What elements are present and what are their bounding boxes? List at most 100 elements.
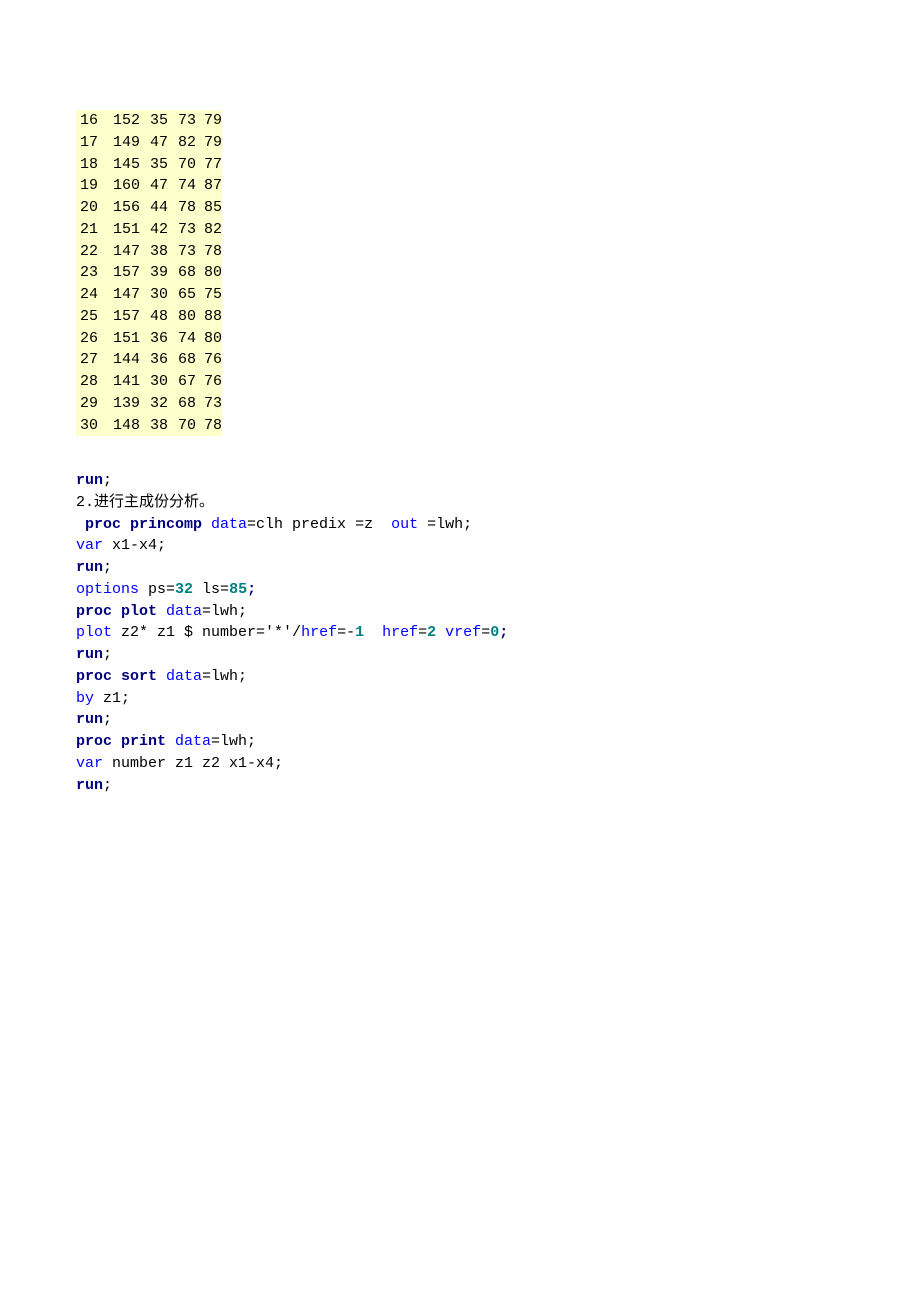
var-keyword: var: [76, 755, 103, 772]
data-cell: 68: [174, 349, 196, 371]
data-cell: 39: [146, 262, 168, 284]
data-cell: 29: [76, 393, 98, 415]
data-cell: 20: [76, 197, 98, 219]
data-cell: 157: [104, 306, 140, 328]
eq: =-: [337, 624, 355, 641]
data-option: data: [157, 668, 202, 685]
data-cell: 73: [200, 393, 222, 415]
data-cell: 82: [174, 132, 196, 154]
run-keyword: run: [76, 472, 103, 489]
data-row: 23 157 39 6880: [76, 262, 222, 284]
data-cell: 38: [146, 415, 168, 437]
data-cell: 22: [76, 241, 98, 263]
plot-keyword: plot: [76, 624, 112, 641]
data-cell: 76: [200, 349, 222, 371]
by-var: z1;: [94, 690, 130, 707]
data-row: 30148387078: [76, 415, 222, 437]
data-cell: 79: [200, 110, 222, 132]
data-cell: 76: [200, 371, 222, 393]
data-cell: 65: [174, 284, 196, 306]
code-block: run; 2.进行主成份分析。 proc princomp data=clh p…: [76, 448, 844, 796]
data-cell: 139: [104, 393, 140, 415]
var-list: number z1 z2 x1-x4;: [103, 755, 283, 772]
semicolon: ;: [103, 711, 112, 728]
semicolon: ;: [103, 646, 112, 663]
data-option: data: [157, 603, 202, 620]
data-row: 17149478279: [76, 132, 222, 154]
data-cell: 27: [76, 349, 98, 371]
star-quote: '*': [265, 624, 292, 641]
data-cell: 17: [76, 132, 98, 154]
data-table: 1615235737917149478279181453570771916047…: [76, 110, 222, 436]
data-cell: 80: [174, 306, 196, 328]
data-cell: 18: [76, 154, 98, 176]
data-cell: 70: [174, 154, 196, 176]
data-cell: 78: [200, 415, 222, 437]
data-row: 27144366876: [76, 349, 222, 371]
run-keyword: run: [76, 777, 103, 794]
data-cell: 30: [146, 371, 168, 393]
data-value: =lwh;: [202, 668, 247, 685]
data-cell: 88: [200, 306, 222, 328]
options-keyword: options: [76, 581, 139, 598]
run-keyword: run: [76, 646, 103, 663]
proc-print: proc print: [76, 733, 166, 750]
data-cell: 36: [146, 349, 168, 371]
data-cell: 30: [76, 415, 98, 437]
ls-value: 85: [229, 581, 247, 598]
semicolon: ;: [103, 777, 112, 794]
data-cell: 32: [146, 393, 168, 415]
data-cell: 78: [174, 197, 196, 219]
href-option-2: href: [364, 624, 418, 641]
data-cell: 82: [200, 219, 222, 241]
data-cell: 21: [76, 219, 98, 241]
data-cell: 16: [76, 110, 98, 132]
data-cell: 147: [104, 284, 140, 306]
data-cell: 68: [174, 262, 196, 284]
data-cell: 48: [146, 306, 168, 328]
data-cell: 141: [104, 371, 140, 393]
slash: /: [292, 624, 301, 641]
ls-text: ls=: [193, 581, 229, 598]
data-row: 16152357379: [76, 110, 222, 132]
data-cell: 42: [146, 219, 168, 241]
proc-plot: proc plot: [76, 603, 157, 620]
data-cell: 80: [200, 328, 222, 350]
data-cell: 87: [200, 175, 222, 197]
data-row: 29 139 32 6873: [76, 393, 222, 415]
data-cell: 23: [76, 262, 98, 284]
data-cell: 25: [76, 306, 98, 328]
by-keyword: by: [76, 690, 94, 707]
data-value: =lwh;: [202, 603, 247, 620]
data-cell: 35: [146, 154, 168, 176]
data-cell: 38: [146, 241, 168, 263]
proc-sort: proc sort: [76, 668, 157, 685]
data-cell: 44: [146, 197, 168, 219]
data-value: =clh predix =z: [247, 516, 382, 533]
data-cell: 74: [174, 175, 196, 197]
data-cell: 67: [174, 371, 196, 393]
data-row: 18145357077: [76, 154, 222, 176]
data-cell: 79: [200, 132, 222, 154]
data-cell: 157: [104, 262, 140, 284]
data-cell: 70: [174, 415, 196, 437]
data-cell: 149: [104, 132, 140, 154]
data-cell: 145: [104, 154, 140, 176]
ps-value: 32: [175, 581, 193, 598]
data-cell: 80: [200, 262, 222, 284]
href-option: href: [301, 624, 337, 641]
data-row: 24147306575: [76, 284, 222, 306]
data-cell: 68: [174, 393, 196, 415]
data-option: data: [202, 516, 247, 533]
data-option: data: [166, 733, 211, 750]
data-cell: 147: [104, 241, 140, 263]
data-cell: 73: [174, 219, 196, 241]
proc-princomp: proc princomp: [76, 516, 202, 533]
data-row: 19160477487: [76, 175, 222, 197]
data-cell: 78: [200, 241, 222, 263]
data-cell: 73: [174, 110, 196, 132]
vref-option: vref: [436, 624, 481, 641]
data-value: =lwh;: [211, 733, 256, 750]
data-cell: 160: [104, 175, 140, 197]
data-cell: 73: [174, 241, 196, 263]
